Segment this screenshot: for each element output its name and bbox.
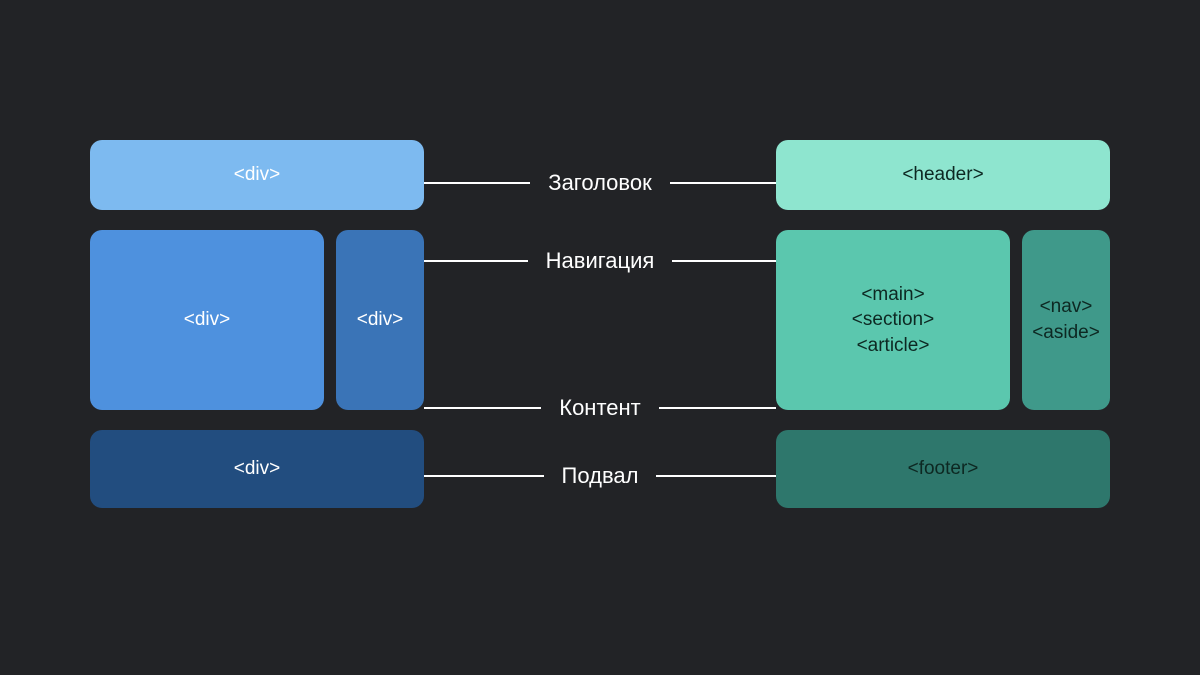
right-header-block: <header> (776, 140, 1110, 210)
left-header-block: <div> (90, 140, 424, 210)
label-content: Контент (541, 395, 659, 421)
label-row-nav: Навигация (424, 248, 776, 274)
left-nav-label: <div> (357, 307, 403, 333)
right-main-block: <main> <section> <article> (776, 230, 1010, 410)
connector-line (424, 260, 528, 262)
right-nav-label: <nav> <aside> (1032, 294, 1100, 345)
connector-line (670, 182, 776, 184)
label-nav: Навигация (528, 248, 673, 274)
right-nav-block: <nav> <aside> (1022, 230, 1110, 410)
diagram-container: <div> <div> <div> <div> <header> <main> … (90, 140, 1110, 540)
left-nav-block: <div> (336, 230, 424, 410)
right-header-label: <header> (902, 162, 983, 188)
left-main-label: <div> (184, 307, 230, 333)
connector-line (672, 260, 776, 262)
connector-line (659, 407, 776, 409)
connector-line (656, 475, 776, 477)
left-footer-block: <div> (90, 430, 424, 508)
left-header-label: <div> (234, 162, 280, 188)
label-row-header: Заголовок (424, 170, 776, 196)
left-main-block: <div> (90, 230, 324, 410)
label-row-content: Контент (424, 395, 776, 421)
right-footer-block: <footer> (776, 430, 1110, 508)
connector-line (424, 407, 541, 409)
left-footer-label: <div> (234, 456, 280, 482)
label-row-footer: Подвал (424, 463, 776, 489)
label-footer: Подвал (544, 463, 657, 489)
right-footer-label: <footer> (908, 456, 979, 482)
label-header: Заголовок (530, 170, 669, 196)
connector-line (424, 475, 544, 477)
right-main-label: <main> <section> <article> (852, 282, 934, 359)
connector-line (424, 182, 530, 184)
